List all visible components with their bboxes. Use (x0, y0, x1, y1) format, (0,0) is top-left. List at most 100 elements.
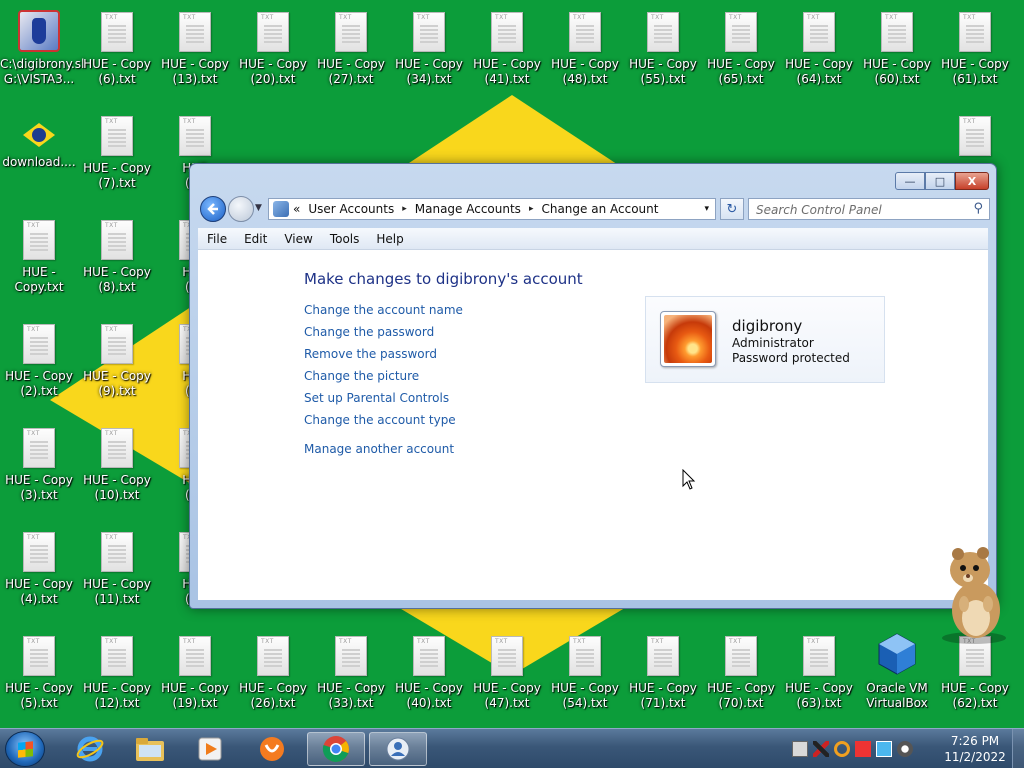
close-button[interactable]: X (955, 172, 989, 190)
change-picture-link[interactable]: Change the picture (304, 368, 463, 390)
clock[interactable]: 7:26 PM 11/2/2022 (940, 733, 1010, 765)
breadcrumb-separator[interactable]: ▸ (402, 204, 407, 214)
text-file-icon (803, 12, 835, 52)
change-account-name-link[interactable]: Change the account name (304, 302, 463, 324)
text-file-icon (101, 220, 133, 260)
change-password-link[interactable]: Change the password (304, 324, 463, 346)
desktop-icon-r1-7[interactable]: HUE - Copy (48).txt (546, 4, 624, 104)
tray-tools-icon[interactable] (813, 741, 829, 757)
menu-file[interactable]: File (198, 232, 235, 246)
tray-network-icon[interactable] (792, 741, 808, 757)
tray-flag-icon[interactable] (855, 741, 871, 757)
text-file-icon (101, 428, 133, 468)
taskbar-uc-browser[interactable] (243, 732, 301, 766)
desktop-icon-b-1[interactable]: HUE - Copy (12).txt (78, 628, 156, 728)
desktop-icon-b-10[interactable]: HUE - Copy (63).txt (780, 628, 858, 728)
hamster-gadget-icon[interactable] (936, 544, 1008, 644)
forward-button[interactable] (228, 196, 254, 222)
folder-icon (136, 738, 164, 761)
desktop-icon-r1-0[interactable]: C:\digibrony.sl G:\VISTA3... (0, 4, 85, 104)
desktop-icon-label: HUE - Copy (40).txt (395, 681, 463, 710)
search-icon[interactable]: ⚲ (973, 201, 983, 216)
taskbar-internet-explorer[interactable] (61, 732, 119, 766)
search-box[interactable]: ⚲ (748, 198, 990, 220)
desktop-icon-b-9[interactable]: HUE - Copy (70).txt (702, 628, 780, 728)
recent-pages-dropdown[interactable]: ▼ (255, 203, 262, 213)
show-desktop-button[interactable] (1012, 729, 1024, 768)
desktop-icon-label: C:\digibrony.sl G:\VISTA3... (0, 57, 85, 86)
text-file-icon (179, 636, 211, 676)
address-dropdown-icon[interactable]: ▾ (704, 204, 709, 214)
desktop-icon-c2-2[interactable]: HUE - Copy (9).txt (78, 316, 156, 416)
address-prefix[interactable]: « (293, 202, 300, 216)
desktop-icon-label: HUE - Copy (11).txt (83, 577, 151, 606)
desktop-icon-label: HUE - Copy (65).txt (707, 57, 775, 86)
desktop-icon-c2-4[interactable]: HUE - Copy (11).txt (78, 524, 156, 624)
desktop-icon-b-7[interactable]: HUE - Copy (54).txt (546, 628, 624, 728)
desktop-icon-b-6[interactable]: HUE - Copy (47).txt (468, 628, 546, 728)
desktop-icon-b-0[interactable]: HUE - Copy (5).txt (0, 628, 78, 728)
desktop-icon-b-3[interactable]: HUE - Copy (26).txt (234, 628, 312, 728)
desktop-icon-r1-9[interactable]: HUE - Copy (65).txt (702, 4, 780, 104)
text-file-icon (725, 636, 757, 676)
minimize-button[interactable]: — (895, 172, 925, 190)
desktop-icon-c1-2[interactable]: HUE - Copy (2).txt (0, 316, 78, 416)
back-button[interactable] (200, 196, 226, 222)
desktop-icon-r1-12[interactable]: HUE - Copy (61).txt (936, 4, 1014, 104)
desktop-icon-c2-3[interactable]: HUE - Copy (10).txt (78, 420, 156, 520)
taskbar-media-player[interactable] (181, 732, 239, 766)
menu-tools[interactable]: Tools (321, 232, 368, 246)
parental-controls-link[interactable]: Set up Parental Controls (304, 390, 463, 412)
search-input[interactable] (749, 200, 959, 220)
tray-volume-icon[interactable] (897, 741, 913, 757)
desktop-icon-r1-1[interactable]: HUE - Copy (6).txt (78, 4, 156, 104)
menu-help[interactable]: Help (367, 232, 411, 246)
desktop-icon-c2-0[interactable]: HUE - Copy (7).txt (78, 108, 156, 208)
menu-view[interactable]: View (275, 232, 320, 246)
desktop-icon-c1-1[interactable]: HUE - Copy.txt (0, 212, 78, 312)
taskbar-control-panel[interactable] (369, 732, 427, 766)
taskbar-windows-explorer[interactable] (121, 732, 179, 766)
start-button[interactable] (5, 731, 45, 767)
desktop-icon-c2-1[interactable]: HUE - Copy (8).txt (78, 212, 156, 312)
desktop-icon-c1-0[interactable]: download.... (0, 108, 78, 208)
desktop-icon-r1-3[interactable]: HUE - Copy (20).txt (234, 4, 312, 104)
navigation-bar: ▼ « User Accounts ▸ Manage Accounts ▸ Ch… (198, 195, 990, 223)
text-file-icon (23, 428, 55, 468)
breadcrumb-user-accounts[interactable]: User Accounts (308, 202, 394, 216)
desktop-icon-b-4[interactable]: HUE - Copy (33).txt (312, 628, 390, 728)
maximize-button[interactable]: □ (925, 172, 955, 190)
breadcrumb-separator[interactable]: ▸ (529, 204, 534, 214)
manage-another-account-link[interactable]: Manage another account (304, 441, 463, 463)
desktop-icon-r1-2[interactable]: HUE - Copy (13).txt (156, 4, 234, 104)
desktop-icon-b-5[interactable]: HUE - Copy (40).txt (390, 628, 468, 728)
remove-password-link[interactable]: Remove the password (304, 346, 463, 368)
desktop-icon-c1-4[interactable]: HUE - Copy (4).txt (0, 524, 78, 624)
text-file-icon (257, 12, 289, 52)
breadcrumb-change-account[interactable]: Change an Account (541, 202, 658, 216)
text-file-icon (101, 636, 133, 676)
desktop-icon-label: HUE - Copy (34).txt (395, 57, 463, 86)
refresh-button[interactable]: ↻ (720, 198, 744, 220)
menu-edit[interactable]: Edit (235, 232, 275, 246)
text-file-icon (569, 12, 601, 52)
address-bar[interactable]: « User Accounts ▸ Manage Accounts ▸ Chan… (268, 198, 716, 220)
desktop-icon-c1-3[interactable]: HUE - Copy (3).txt (0, 420, 78, 520)
desktop-icon-b-11[interactable]: Oracle VM VirtualBox (858, 628, 936, 728)
change-account-type-link[interactable]: Change the account type (304, 412, 463, 434)
desktop-icon-r1-4[interactable]: HUE - Copy (27).txt (312, 4, 390, 104)
desktop-icon-r1-8[interactable]: HUE - Copy (55).txt (624, 4, 702, 104)
taskbar: 7:26 PM 11/2/2022 (0, 728, 1024, 768)
desktop-icon-label: HUE - Copy (5).txt (5, 681, 73, 710)
tray-display-icon[interactable] (876, 741, 892, 757)
desktop-icon-r1-10[interactable]: HUE - Copy (64).txt (780, 4, 858, 104)
desktop-icon-b-8[interactable]: HUE - Copy (71).txt (624, 628, 702, 728)
breadcrumb-manage-accounts[interactable]: Manage Accounts (415, 202, 521, 216)
taskbar-chrome[interactable] (307, 732, 365, 766)
desktop-icon-b-2[interactable]: HUE - Copy (19).txt (156, 628, 234, 728)
page-title: Make changes to digibrony's account (304, 270, 583, 288)
desktop-icon-r1-11[interactable]: HUE - Copy (60).txt (858, 4, 936, 104)
desktop-icon-r1-5[interactable]: HUE - Copy (34).txt (390, 4, 468, 104)
desktop-icon-r1-6[interactable]: HUE - Copy (41).txt (468, 4, 546, 104)
tray-search-icon[interactable] (834, 741, 850, 757)
